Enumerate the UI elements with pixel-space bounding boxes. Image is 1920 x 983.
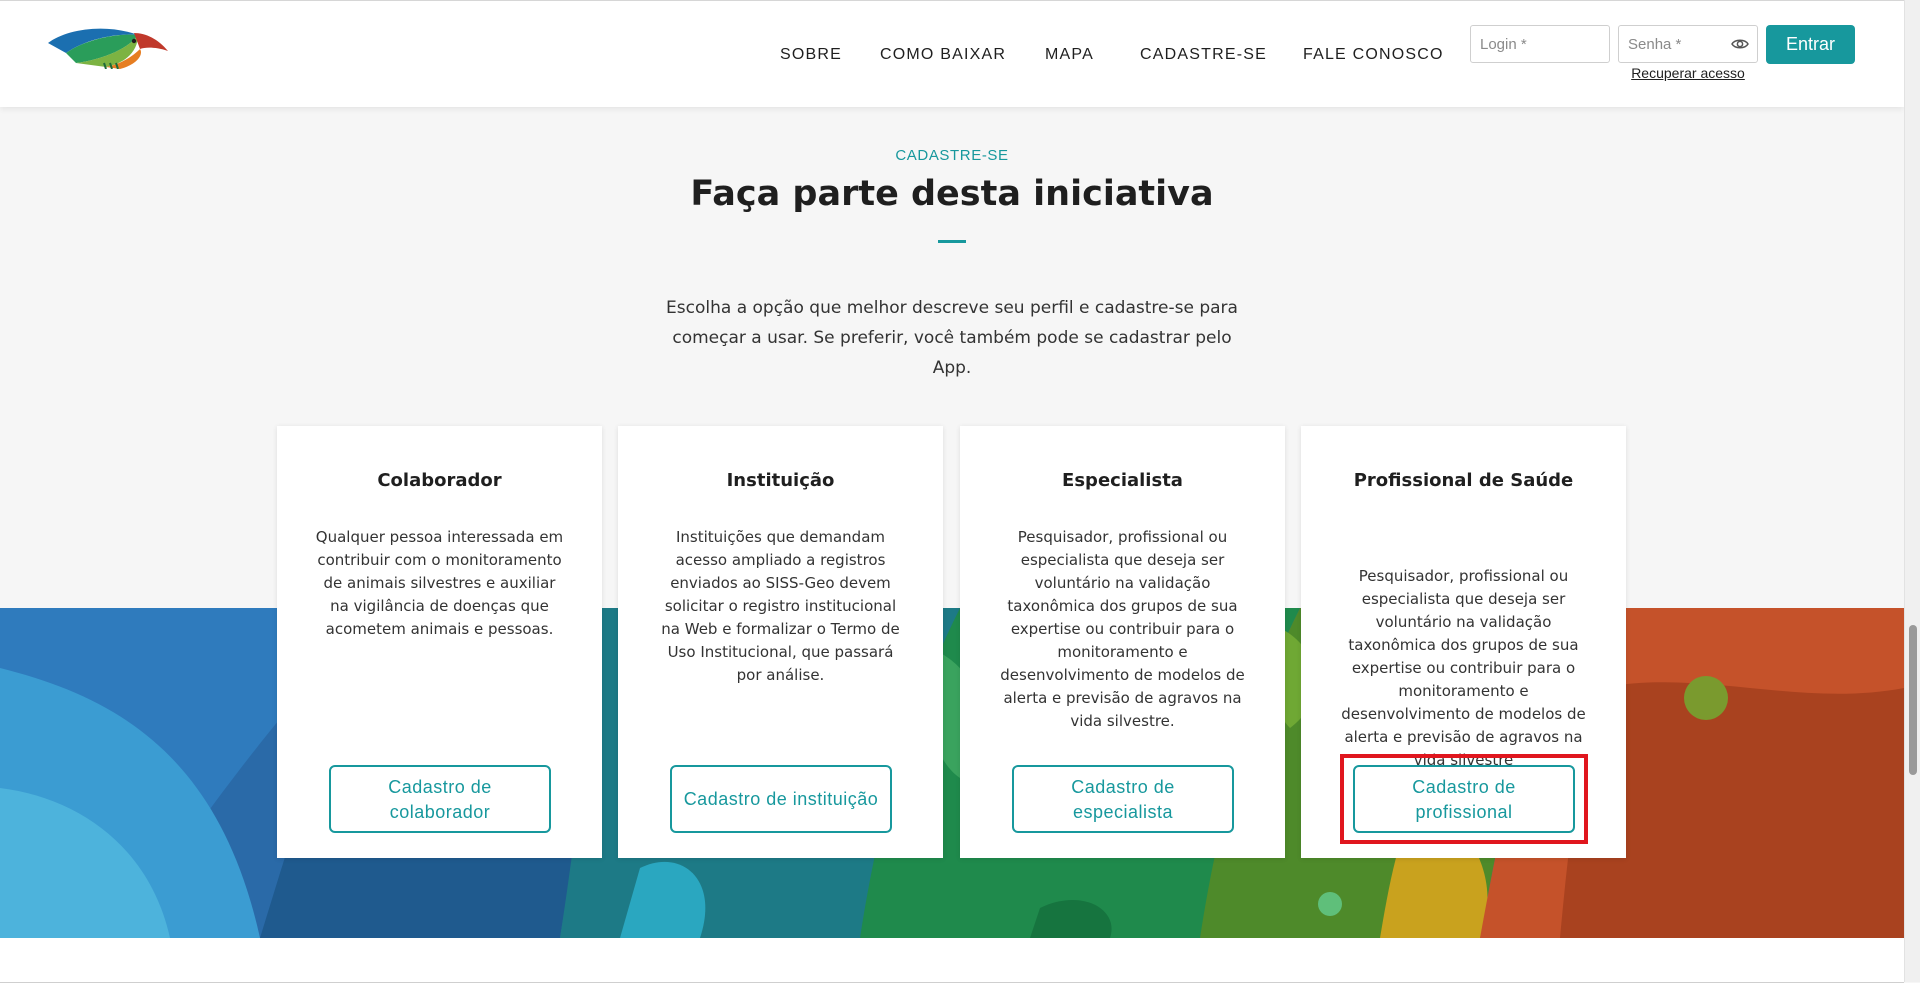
card-title: Profissional de Saúde — [1353, 470, 1574, 491]
cadastro-instituicao-button[interactable]: Cadastro de instituição — [670, 765, 892, 833]
card-especialista: Especialista Pesquisador, profissional o… — [960, 426, 1285, 858]
card-title: Colaborador — [377, 470, 502, 491]
card-profissional-de-saude: Profissional de Saúde Pesquisador, profi… — [1301, 426, 1626, 858]
cadastro-especialista-button[interactable]: Cadastro de especialista — [1012, 765, 1234, 833]
card-instituicao: Instituição Instituições que demandam ac… — [618, 426, 943, 858]
login-input[interactable] — [1470, 25, 1610, 63]
card-description: Pesquisador, profissional ou especialist… — [1000, 528, 1245, 730]
cadastro-profissional-button[interactable]: Cadastro de profissional — [1353, 765, 1575, 833]
siss-geo-logo[interactable] — [46, 25, 170, 69]
entrar-button[interactable]: Entrar — [1766, 25, 1855, 64]
page-bottom-strip — [0, 938, 1904, 983]
nav-cadastre-se[interactable]: CADASTRE-SE — [1140, 46, 1267, 64]
scrollbar-thumb[interactable] — [1909, 625, 1917, 775]
intro-text: Escolha a opção que melhor descreve seu … — [666, 298, 1238, 378]
card-description: Pesquisador, profissional ou especialist… — [1341, 567, 1586, 769]
nav-como-baixar[interactable]: COMO BAIXAR — [880, 46, 1006, 64]
card-colaborador: Colaborador Qualquer pessoa interessada … — [277, 426, 602, 858]
nav-mapa[interactable]: MAPA — [1045, 46, 1094, 64]
card-title: Especialista — [1062, 470, 1183, 491]
card-description: Qualquer pessoa interessada em contribui… — [315, 528, 564, 638]
top-navigation-bar: SOBRE COMO BAIXAR MAPA CADASTRE-SE FALE … — [0, 0, 1904, 107]
card-description: Instituições que demandam acesso ampliad… — [661, 528, 900, 684]
title-divider — [938, 240, 966, 243]
card-title: Instituição — [726, 470, 835, 491]
page-title: Faça parte desta iniciativa — [690, 174, 1214, 214]
eye-icon[interactable] — [1731, 36, 1749, 52]
cadastro-colaborador-button[interactable]: Cadastro de colaborador — [329, 765, 551, 833]
nav-fale-conosco[interactable]: FALE CONOSCO — [1303, 46, 1444, 64]
recuperar-acesso-link[interactable]: Recuperar acesso — [1631, 65, 1745, 81]
section-eyebrow: CADASTRE-SE — [895, 147, 1009, 164]
nav-sobre[interactable]: SOBRE — [780, 46, 842, 64]
password-input[interactable] — [1619, 26, 1745, 62]
vertical-scrollbar[interactable] — [1904, 0, 1920, 982]
password-field — [1618, 25, 1758, 63]
